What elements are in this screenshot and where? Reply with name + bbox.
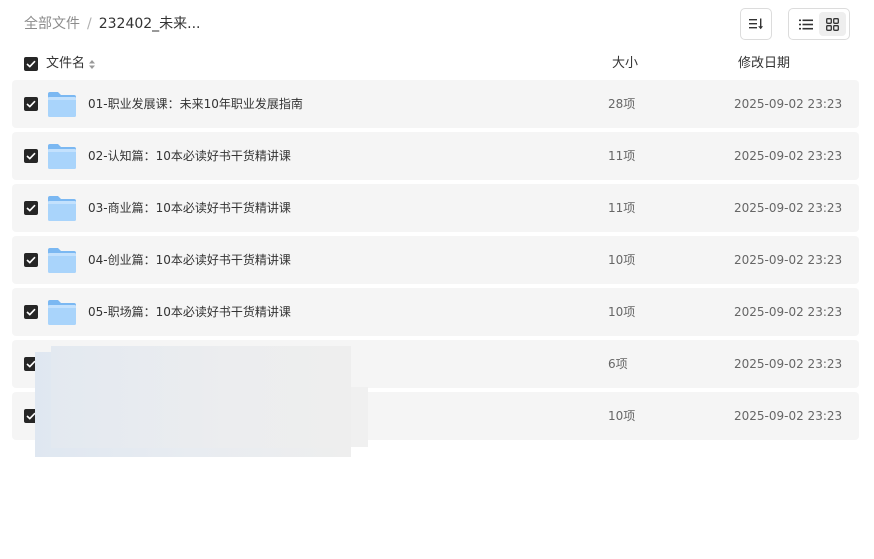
- file-modified-date: 2025-09-02 23:23: [734, 305, 843, 319]
- sort-toggle-icon: [89, 59, 96, 69]
- size-column-header[interactable]: 大小: [612, 56, 638, 72]
- file-name[interactable]: 01-职业发展课：未来10年职业发展指南: [88, 96, 303, 112]
- row-checkbox[interactable]: [24, 409, 38, 423]
- row-checkbox[interactable]: [24, 305, 38, 319]
- checkmark-icon: [26, 360, 36, 368]
- checkmark-icon: [26, 204, 36, 212]
- file-size: 6项: [608, 357, 628, 371]
- sort-desc-icon: [749, 18, 763, 30]
- file-size: 11项: [608, 201, 636, 215]
- file-modified-date: 2025-09-02 23:23: [734, 409, 843, 423]
- file-name[interactable]: 04-创业篇：10本必读好书干货精讲课: [88, 252, 291, 268]
- view-toggle: [788, 8, 850, 40]
- file-row[interactable]: 03-商业篇：10本必读好书干货精讲课 11项 2025-09-02 23:23: [12, 184, 859, 232]
- row-checkbox[interactable]: [24, 357, 38, 371]
- file-row[interactable]: 6项 2025-09-02 23:23: [12, 340, 859, 388]
- file-size: 28项: [608, 97, 636, 111]
- row-checkbox[interactable]: [24, 97, 38, 111]
- grid-view-button[interactable]: [819, 12, 846, 36]
- file-modified-date: 2025-09-02 23:23: [734, 97, 843, 111]
- file-size: 10项: [608, 305, 636, 319]
- date-column-header[interactable]: 修改日期: [738, 56, 790, 72]
- file-row[interactable]: 05-职场篇：10本必读好书干货精讲课 10项 2025-09-02 23:23: [12, 288, 859, 336]
- file-list: 01-职业发展课：未来10年职业发展指南 28项 2025-09-02 23:2…: [12, 80, 859, 444]
- file-row[interactable]: 10项 2025-09-02 23:23: [12, 392, 859, 440]
- folder-icon: [48, 92, 76, 117]
- row-checkbox[interactable]: [24, 253, 38, 267]
- name-column-label: 文件名: [46, 56, 86, 71]
- checkmark-icon: [26, 100, 36, 108]
- checkmark-icon: [26, 256, 36, 264]
- select-all-checkbox[interactable]: [24, 57, 38, 71]
- breadcrumb-current: 232402_未来...: [98, 16, 201, 32]
- file-size: 11项: [608, 149, 636, 163]
- folder-icon: [48, 300, 76, 325]
- list-view-icon: [798, 19, 813, 29]
- grid-view-icon: [826, 17, 839, 31]
- table-header: 文件名 大小 修改日期: [0, 52, 874, 76]
- top-bar: 全部文件 / 232402_未来...: [0, 0, 874, 48]
- name-column-header[interactable]: 文件名: [46, 56, 96, 72]
- checkmark-icon: [26, 308, 36, 316]
- folder-icon: [48, 196, 76, 221]
- file-name[interactable]: 03-商业篇：10本必读好书干货精讲课: [88, 200, 291, 216]
- folder-icon: [48, 404, 76, 429]
- folder-icon: [48, 248, 76, 273]
- folder-icon: [48, 144, 76, 169]
- file-modified-date: 2025-09-02 23:23: [734, 253, 843, 267]
- row-checkbox[interactable]: [24, 149, 38, 163]
- row-checkbox[interactable]: [24, 201, 38, 215]
- file-size: 10项: [608, 253, 636, 267]
- file-row[interactable]: 02-认知篇：10本必读好书干货精讲课 11项 2025-09-02 23:23: [12, 132, 859, 180]
- breadcrumb-separator: /: [87, 16, 92, 32]
- file-modified-date: 2025-09-02 23:23: [734, 149, 843, 163]
- file-name[interactable]: 02-认知篇：10本必读好书干货精讲课: [88, 148, 291, 164]
- sort-button[interactable]: [740, 8, 772, 40]
- folder-icon: [48, 352, 76, 377]
- list-view-button[interactable]: [792, 12, 819, 36]
- breadcrumb-root-link[interactable]: 全部文件: [24, 15, 80, 33]
- checkmark-icon: [26, 152, 36, 160]
- file-size: 10项: [608, 409, 636, 423]
- file-modified-date: 2025-09-02 23:23: [734, 201, 843, 215]
- breadcrumb: 全部文件 / 232402_未来...: [24, 15, 201, 33]
- file-row[interactable]: 04-创业篇：10本必读好书干货精讲课 10项 2025-09-02 23:23: [12, 236, 859, 284]
- file-modified-date: 2025-09-02 23:23: [734, 357, 843, 371]
- checkmark-icon: [26, 60, 36, 68]
- file-row[interactable]: 01-职业发展课：未来10年职业发展指南 28项 2025-09-02 23:2…: [12, 80, 859, 128]
- file-name[interactable]: 05-职场篇：10本必读好书干货精讲课: [88, 304, 291, 320]
- checkmark-icon: [26, 412, 36, 420]
